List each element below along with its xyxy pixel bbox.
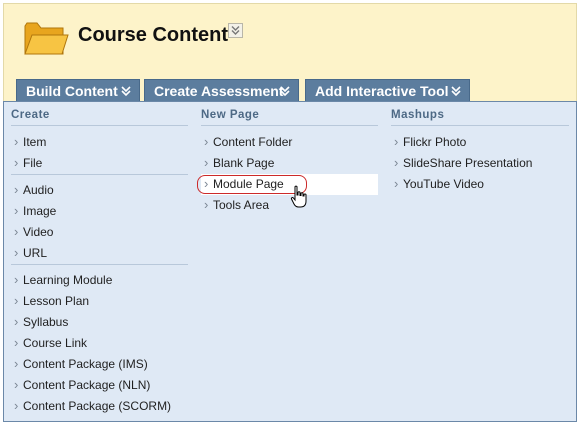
create-assessment-label: Create Assessment	[154, 83, 284, 99]
chevron-down-icon	[451, 86, 461, 97]
menu-item-image[interactable]: Image	[11, 200, 188, 222]
menu-item-item[interactable]: Item	[11, 131, 188, 153]
double-chevron-down-icon	[231, 26, 240, 35]
chevron-down-icon	[121, 86, 131, 97]
mashups-items: Flickr Photo SlideShare Presentation You…	[391, 131, 569, 195]
create-group-2: Audio Image Video URL	[11, 179, 188, 264]
mashups-column: Mashups Flickr Photo SlideShare Presenta…	[391, 102, 569, 195]
create-group-3: Learning Module Lesson Plan Syllabus Cou…	[11, 269, 188, 417]
menu-item-video[interactable]: Video	[11, 221, 188, 243]
build-content-menu: Create Item File Audio Image Video URL L…	[3, 101, 577, 422]
add-interactive-tool-button[interactable]: Add Interactive Tool	[305, 79, 470, 101]
page-title: Course Content	[78, 24, 228, 46]
menu-item-content-package-ims[interactable]: Content Package (IMS)	[11, 353, 188, 375]
create-group-1: Item File	[11, 131, 188, 174]
mashups-header: Mashups	[391, 102, 569, 126]
folder-icon	[24, 22, 69, 55]
chevron-down-icon	[280, 86, 290, 97]
menu-item-slideshare-presentation[interactable]: SlideShare Presentation	[391, 152, 569, 174]
create-assessment-button[interactable]: Create Assessment	[144, 79, 299, 101]
add-interactive-tool-label: Add Interactive Tool	[315, 83, 449, 99]
menu-item-audio[interactable]: Audio	[11, 179, 188, 201]
create-column: Create Item File Audio Image Video URL L…	[11, 102, 188, 417]
menu-item-lesson-plan[interactable]: Lesson Plan	[11, 290, 188, 312]
menu-item-file[interactable]: File	[11, 152, 188, 174]
menu-item-content-folder[interactable]: Content Folder	[201, 131, 378, 153]
hand-cursor-icon	[290, 185, 307, 208]
menu-item-syllabus[interactable]: Syllabus	[11, 311, 188, 333]
build-content-button[interactable]: Build Content	[16, 79, 140, 101]
title-options-button[interactable]	[228, 23, 243, 38]
create-header: Create	[11, 102, 188, 126]
menu-item-content-package-nln[interactable]: Content Package (NLN)	[11, 374, 188, 396]
menu-item-url[interactable]: URL	[11, 242, 188, 264]
menu-item-blank-page[interactable]: Blank Page	[201, 152, 378, 174]
menu-item-learning-module[interactable]: Learning Module	[11, 269, 188, 291]
new-page-header: New Page	[201, 102, 378, 126]
menu-item-content-package-scorm[interactable]: Content Package (SCORM)	[11, 395, 188, 417]
menu-item-youtube-video[interactable]: YouTube Video	[391, 173, 569, 195]
build-content-label: Build Content	[26, 83, 118, 99]
menu-item-flickr-photo[interactable]: Flickr Photo	[391, 131, 569, 153]
menu-item-course-link[interactable]: Course Link	[11, 332, 188, 354]
